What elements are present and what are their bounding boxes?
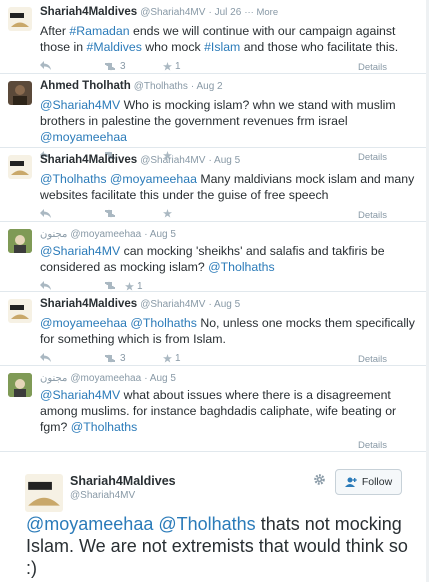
favorite-count: 1 — [175, 353, 181, 364]
follow-button[interactable]: Follow — [335, 469, 402, 495]
hashtag-link[interactable]: #Maldives — [87, 40, 142, 54]
avatar[interactable] — [8, 81, 32, 105]
star-icon — [163, 62, 172, 71]
retweet-button[interactable]: 3 — [103, 353, 126, 364]
tweet-thread: Shariah4Maldives @Shariah4MV · Jul 26 ··… — [0, 0, 429, 451]
star-icon — [163, 209, 172, 218]
tweet-item[interactable]: Shariah4Maldives @Shariah4MV · Aug 5 @Th… — [0, 148, 429, 222]
tweet-text: @Tholhaths @moyameehaa Many maldivians m… — [40, 171, 417, 203]
author-name[interactable]: Ahmed Tholhath — [40, 80, 131, 92]
mention-link[interactable]: @Tholhaths — [208, 260, 275, 274]
retweet-count: 3 — [120, 353, 126, 364]
author-name[interactable]: مجنون — [40, 229, 67, 240]
tweet-item[interactable]: Ahmed Tholhath @Tholhaths · Aug 2 @Shari… — [0, 74, 429, 163]
tweet-text: @Shariah4MV Who is mocking islam? whn we… — [40, 97, 417, 145]
avatar[interactable] — [8, 155, 32, 179]
tweet-date[interactable]: · Aug 2 — [191, 81, 223, 92]
avatar[interactable] — [8, 373, 32, 397]
retweet-count: 3 — [120, 61, 126, 72]
tweet-text: @moyameehaa @Tholhaths No, unless one mo… — [40, 315, 417, 347]
hashtag-link[interactable]: #Ramadan — [69, 24, 129, 38]
retweet-icon — [105, 209, 115, 218]
mention-link[interactable]: @moyameehaa — [26, 514, 153, 534]
mention-link[interactable]: @Tholhaths — [71, 420, 138, 434]
mention-link[interactable]: @Tholhaths — [40, 172, 107, 186]
tweet-date[interactable]: · Aug 5 — [144, 373, 176, 384]
favorite-button[interactable]: 1 — [163, 353, 181, 364]
tweet-text: @Shariah4MV what about issues where ther… — [40, 387, 417, 435]
mention-link[interactable]: @Tholhaths — [158, 514, 255, 534]
mention-link[interactable]: @Shariah4MV — [40, 244, 120, 258]
author-name[interactable]: Shariah4Maldives — [40, 154, 137, 166]
details-link[interactable]: Details — [358, 440, 387, 451]
tweet-item[interactable]: مجنون @moyameehaa · Aug 5 @Shariah4MV wh… — [0, 366, 429, 451]
author-handle[interactable]: @moyameehaa — [70, 373, 141, 384]
author-handle[interactable]: @Tholhaths — [134, 81, 188, 92]
more-menu[interactable]: ··· More — [244, 7, 278, 18]
author-handle[interactable]: @Shariah4MV — [140, 7, 205, 18]
favorite-button[interactable] — [163, 209, 172, 218]
details-link[interactable]: Details — [358, 210, 387, 221]
author-handle[interactable]: @Shariah4MV — [140, 299, 205, 310]
avatar[interactable] — [8, 299, 32, 323]
author-name[interactable]: Shariah4Maldives — [40, 298, 137, 310]
details-link[interactable]: Details — [358, 62, 387, 73]
reply-icon — [40, 61, 51, 70]
avatar[interactable] — [25, 474, 63, 512]
details-link[interactable]: Details — [358, 354, 387, 365]
follow-label: Follow — [361, 476, 393, 488]
tweet-text-segment: and those who facilitate this. — [240, 40, 399, 54]
mention-link[interactable]: @Shariah4MV — [40, 388, 120, 402]
star-icon — [125, 282, 134, 291]
tweet-item[interactable]: Shariah4Maldives @Shariah4MV · Aug 5 @mo… — [0, 292, 429, 366]
author-name[interactable]: Shariah4Maldives — [70, 474, 176, 488]
tweet-text-segment: who mock — [141, 40, 205, 54]
tweet-date[interactable]: · Aug 5 — [208, 299, 240, 310]
reply-icon — [40, 281, 51, 290]
tweet-text: @Shariah4MV can mocking 'sheikhs' and sa… — [40, 243, 417, 275]
star-icon — [163, 354, 172, 363]
reply-icon — [40, 209, 51, 218]
favorite-button[interactable]: 1 — [163, 61, 181, 72]
retweet-icon — [105, 281, 115, 290]
tweet-date[interactable]: · Aug 5 — [144, 229, 176, 240]
mention-link[interactable]: @Shariah4MV — [40, 98, 120, 112]
gear-icon[interactable] — [313, 473, 326, 486]
retweet-button[interactable] — [103, 281, 117, 290]
reply-button[interactable] — [40, 353, 51, 362]
tweet-item[interactable]: مجنون @moyameehaa · Aug 5 @Shariah4MV ca… — [0, 222, 429, 292]
hashtag-link[interactable]: #Islam — [204, 40, 240, 54]
author-handle[interactable]: @Shariah4MV — [70, 490, 135, 501]
reply-button[interactable] — [40, 281, 51, 290]
author-handle[interactable]: @moyameehaa — [70, 229, 141, 240]
tweet-item[interactable]: Shariah4Maldives @Shariah4MV · Jul 26 ··… — [0, 0, 429, 74]
mention-link[interactable]: @moyameehaa — [40, 130, 127, 144]
mention-link[interactable]: @moyameehaa — [40, 316, 127, 330]
mention-link[interactable]: @moyameehaa — [110, 172, 197, 186]
mention-link[interactable]: @Tholhaths — [130, 316, 197, 330]
add-user-icon — [344, 477, 357, 487]
reply-icon — [40, 353, 51, 362]
avatar[interactable] — [8, 7, 32, 31]
avatar[interactable] — [8, 229, 32, 253]
reply-button[interactable] — [40, 209, 51, 218]
retweet-icon — [105, 354, 115, 363]
favorite-count: 1 — [137, 281, 143, 292]
reply-button[interactable] — [40, 61, 51, 70]
tweet-text: @moyameehaa @Tholhaths thats not mocking… — [26, 513, 416, 579]
retweet-icon — [105, 62, 115, 71]
favorite-button[interactable]: 1 — [125, 281, 143, 292]
retweet-button[interactable]: 3 — [103, 61, 126, 72]
tweet-text-segment: After — [40, 24, 70, 38]
author-handle[interactable]: @Shariah4MV — [140, 155, 205, 166]
retweet-button[interactable] — [103, 209, 117, 218]
tweet-date[interactable]: · Jul 26 — [208, 7, 241, 18]
tweet-date[interactable]: · Aug 5 — [208, 155, 240, 166]
tweet-text: After #Ramadan ends we will continue wit… — [40, 23, 417, 55]
author-name[interactable]: مجنون — [40, 373, 67, 384]
author-name[interactable]: Shariah4Maldives — [40, 6, 137, 18]
favorite-count: 1 — [175, 61, 181, 72]
